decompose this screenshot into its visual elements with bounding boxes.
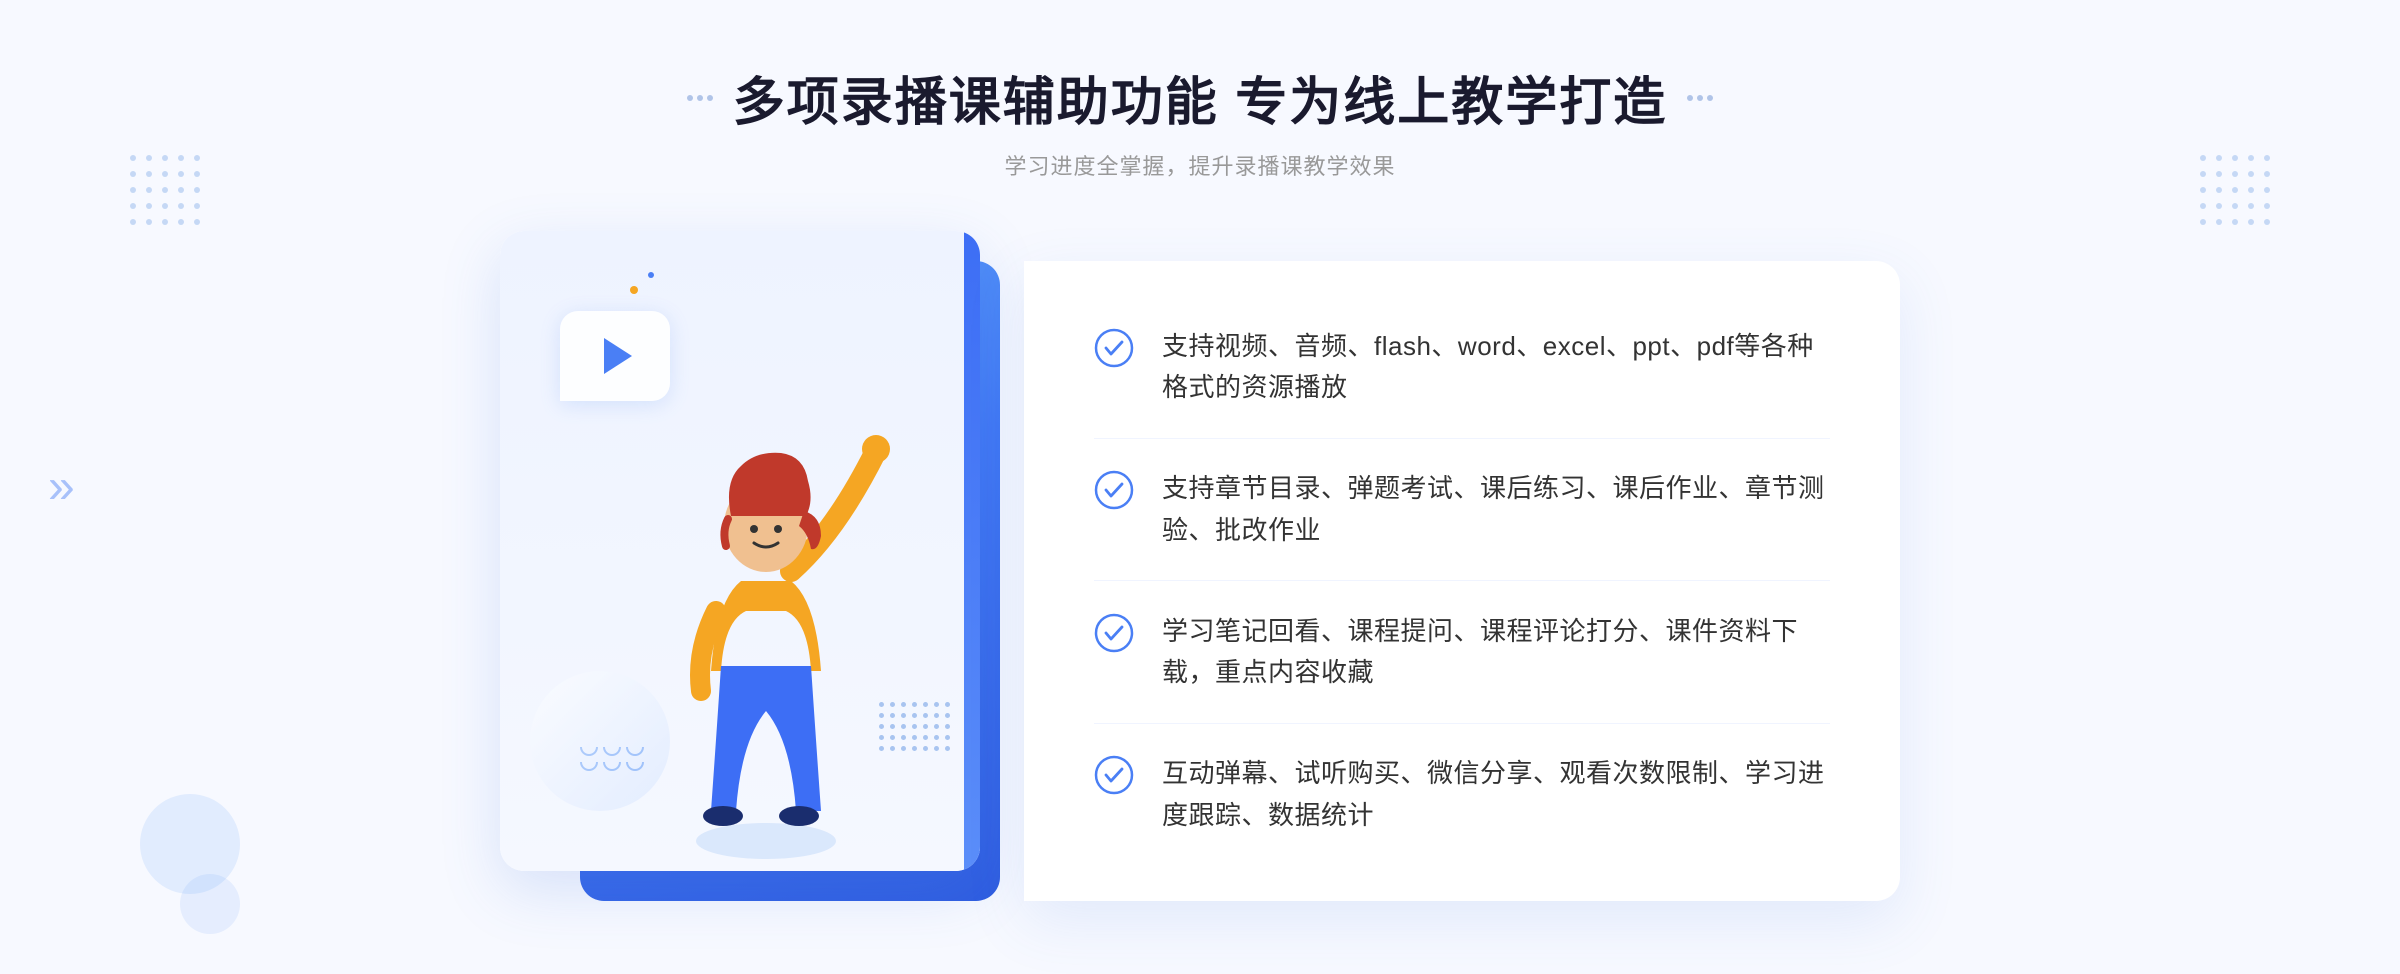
header-section: 多项录播课辅助功能 专为线上教学打造 学习进度全掌握，提升录播课教学效果 <box>687 60 1713 181</box>
features-panel: 支持视频、音频、flash、word、excel、ppt、pdf等各种格式的资源… <box>1024 261 1900 901</box>
feature-divider-1 <box>1094 438 1830 439</box>
check-icon-4 <box>1094 755 1134 795</box>
feature-item-1: 支持视频、音频、flash、word、excel、ppt、pdf等各种格式的资源… <box>1094 326 1830 409</box>
left-chevron-icon: » <box>48 460 75 515</box>
main-content: 支持视频、音频、flash、word、excel、ppt、pdf等各种格式的资源… <box>500 231 1900 951</box>
feature-text-1: 支持视频、音频、flash、word、excel、ppt、pdf等各种格式的资源… <box>1162 326 1830 409</box>
illustration-area <box>500 231 1040 951</box>
check-icon-1 <box>1094 328 1134 368</box>
white-card-inner <box>500 231 980 871</box>
page-wrapper: » 多项录播课辅助功能 专为线上教学打造 学习进度全掌握，提升录播课教学效果 <box>0 0 2400 974</box>
play-bubble <box>560 311 670 401</box>
top-deco-right <box>2200 155 2270 225</box>
blue-bar-deco <box>964 231 980 871</box>
decorator-dots-right <box>1687 95 1713 101</box>
check-icon-2 <box>1094 470 1134 510</box>
feature-item-2: 支持章节目录、弹题考试、课后练习、课后作业、章节测验、批改作业 <box>1094 468 1830 551</box>
play-triangle-icon <box>604 338 632 374</box>
feature-text-2: 支持章节目录、弹题考试、课后练习、课后作业、章节测验、批改作业 <box>1162 468 1830 551</box>
check-icon-3 <box>1094 613 1134 653</box>
feature-item-4: 互动弹幕、试听购买、微信分享、观看次数限制、学习进度跟踪、数据统计 <box>1094 753 1830 836</box>
feature-divider-2 <box>1094 580 1830 581</box>
white-card <box>500 231 980 871</box>
feature-item-3: 学习笔记回看、课程提问、课程评论打分、课件资料下载，重点内容收藏 <box>1094 611 1830 694</box>
header-decorators: 多项录播课辅助功能 专为线上教学打造 <box>687 60 1713 135</box>
bottom-circle-deco-2 <box>180 874 240 934</box>
decorator-dots-left <box>687 95 713 101</box>
person-figure <box>636 371 896 871</box>
feature-text-3: 学习笔记回看、课程提问、课程评论打分、课件资料下载，重点内容收藏 <box>1162 611 1830 694</box>
sub-title: 学习进度全掌握，提升录播课教学效果 <box>687 149 1713 181</box>
main-title: 多项录播课辅助功能 专为线上教学打造 <box>733 60 1667 135</box>
top-deco-left <box>130 155 200 225</box>
feature-divider-3 <box>1094 723 1830 724</box>
feature-text-4: 互动弹幕、试听购买、微信分享、观看次数限制、学习进度跟踪、数据统计 <box>1162 753 1830 836</box>
